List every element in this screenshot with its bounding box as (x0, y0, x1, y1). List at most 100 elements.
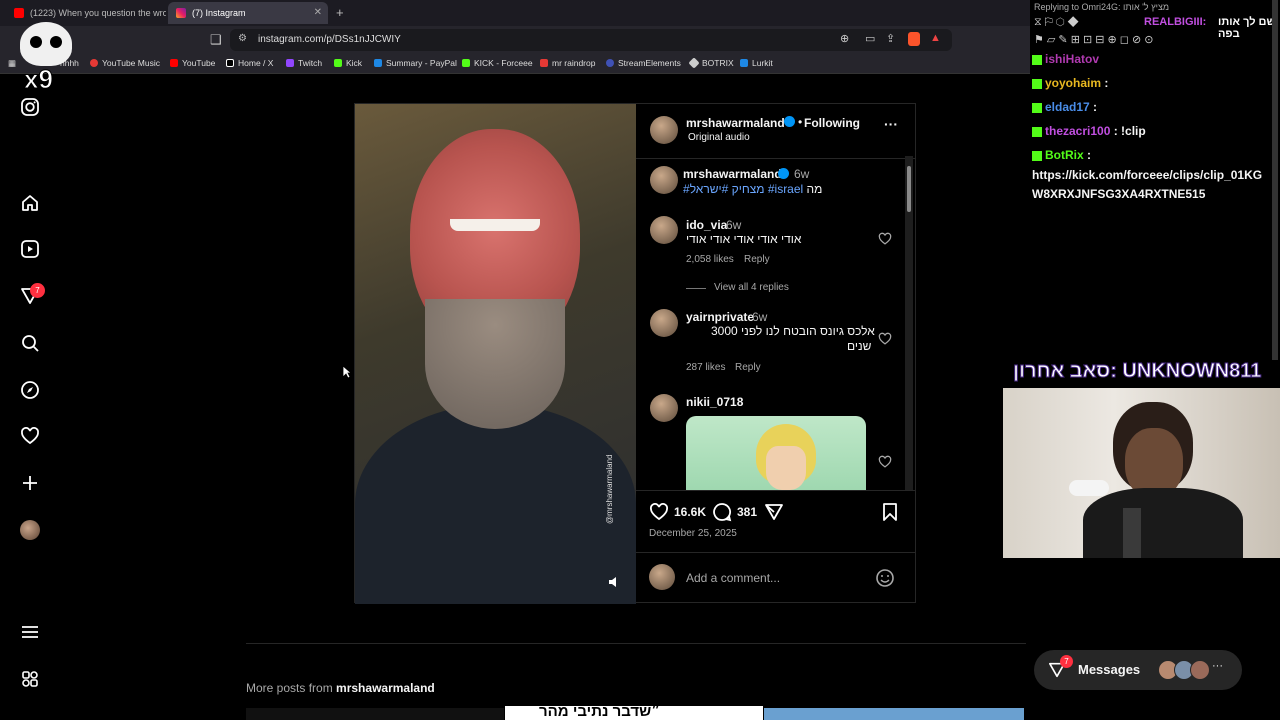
create-plus-icon[interactable] (20, 473, 40, 493)
bookmark-item[interactable]: KICK - Forceee (462, 58, 533, 68)
chat-scrollbar[interactable] (1272, 0, 1278, 360)
post-video[interactable]: @mrshawarmaland (355, 104, 636, 604)
new-tab-button[interactable]: + (336, 5, 344, 20)
address-bar[interactable]: ⚙ instagram.com/p/DSs1nJJCWIY ⊕ ▭ ⇪ ▲ (230, 29, 952, 51)
messages-button[interactable]: 7 Messages ··· (1034, 650, 1242, 690)
comment-likes[interactable]: 287 likes (686, 362, 725, 373)
bookmark-item[interactable]: YouTube (170, 58, 215, 68)
emoji-icon[interactable] (875, 568, 895, 588)
messages-label: Messages (1078, 662, 1141, 677)
author-username[interactable]: mrshawarmaland (686, 116, 785, 130)
twitch-icon (286, 59, 294, 67)
comment-avatar[interactable] (650, 309, 678, 337)
share-icon[interactable]: ⇪ (886, 32, 895, 45)
caption-text: מה (806, 182, 823, 196)
bookmark-item[interactable]: Kick (334, 58, 362, 68)
comment-avatar[interactable] (650, 394, 678, 422)
caption-hashtags[interactable]: #מצחיק #ישראל #israel (683, 182, 803, 196)
comment-username[interactable]: yairnprivate (686, 310, 754, 324)
chat-line: thezacri100 : !clip (1032, 124, 1146, 138)
comment-like-icon[interactable] (878, 332, 892, 346)
save-bookmark-icon[interactable] (881, 502, 899, 522)
comment-image[interactable] (686, 416, 866, 490)
comment-username[interactable]: nikii_0718 (686, 395, 743, 409)
home-icon[interactable] (20, 193, 40, 213)
comment-count[interactable]: 381 (737, 505, 757, 519)
bookmark-item[interactable]: Lurkit (740, 58, 773, 68)
post-sidebar: mrshawarmaland • Following Original audi… (636, 104, 916, 604)
comment-text: אודי אודי אודי אודי אודי (686, 232, 802, 246)
author-avatar[interactable] (650, 116, 678, 144)
instagram-logo-icon[interactable] (20, 97, 40, 117)
webcam-feed (1003, 388, 1280, 558)
bookmark-item[interactable]: Home / X (226, 58, 273, 68)
more-post-thumb[interactable]: ״שדבר נתיבי מהר (505, 706, 763, 720)
browser-tab-bar: (1223) When you question the wrong (7) I… (0, 0, 1030, 26)
chat-badges: ⧖ ⚐ ⬡ ◆ (1034, 16, 1079, 28)
chat-username: REALBIGIII: (1144, 16, 1207, 28)
reply-button[interactable]: Reply (744, 254, 770, 265)
bookmark-item[interactable]: Twitch (286, 58, 322, 68)
also-from-meta-icon[interactable] (20, 669, 40, 689)
close-tab-icon[interactable]: ✕ (314, 7, 322, 18)
chat-line: yoyohaim : (1032, 76, 1108, 90)
audio-icon[interactable] (608, 576, 620, 588)
messages-badge: 7 (1060, 655, 1073, 668)
brave-shield-icon[interactable] (908, 32, 920, 46)
bookmark-item[interactable]: YouTube Music (90, 58, 160, 68)
comment-like-icon[interactable] (878, 455, 892, 469)
profile-avatar[interactable] (20, 520, 40, 540)
chat-emote-row: ⚑ ▱ ✎ ⊞ ⊡ ⊟ ⊕ ◻ ⊘ ⊙ (1034, 34, 1154, 46)
paypal-icon (374, 59, 382, 67)
bookmark-icon[interactable]: ❑ (210, 32, 222, 48)
kick-icon (334, 59, 342, 67)
zoom-icon[interactable]: ⊕ (840, 32, 849, 45)
following-button[interactable]: Following (804, 116, 860, 130)
share-icon[interactable] (764, 502, 784, 522)
like-count[interactable]: 16.6K (674, 505, 706, 519)
more-post-thumb[interactable] (246, 708, 504, 720)
comment-username[interactable]: ido_via (686, 218, 727, 232)
search-icon[interactable] (20, 333, 40, 353)
reader-icon[interactable]: ▭ (865, 32, 875, 45)
more-post-thumb[interactable] (764, 708, 1024, 720)
tab-youtube[interactable]: (1223) When you question the wrong (6, 2, 166, 24)
apps-icon[interactable]: ▦ (8, 58, 16, 69)
reply-button[interactable]: Reply (735, 362, 761, 373)
comment-icon[interactable] (712, 502, 732, 522)
youtube-icon (14, 8, 24, 18)
more-posts-header: More posts from mrshawarmaland (246, 681, 435, 695)
my-avatar (649, 564, 675, 590)
comment-text-line2: שנים (847, 339, 872, 353)
comment-likes[interactable]: 2,058 likes (686, 254, 734, 265)
notifications-heart-icon[interactable] (20, 426, 40, 446)
chat-line: eldad17 : (1032, 100, 1097, 114)
browser-toolbar: ❑ ⚙ instagram.com/p/DSs1nJJCWIY ⊕ ▭ ⇪ ▲ (0, 26, 1030, 54)
tab-instagram[interactable]: (7) Instagram ✕ (168, 2, 328, 24)
section-divider (246, 643, 1026, 644)
bookmark-item[interactable]: mr raindrop (540, 58, 595, 68)
comment-like-icon[interactable] (878, 232, 892, 246)
caption-username[interactable]: mrshawarmaland (683, 167, 782, 181)
bookmark-item[interactable]: BOTRIX (688, 57, 734, 69)
more-options-icon[interactable]: ··· (884, 116, 898, 132)
add-comment-input[interactable]: Add a comment... (686, 571, 780, 585)
audio-label[interactable]: Original audio (688, 132, 750, 143)
comments-scrollbar[interactable] (905, 156, 913, 490)
bookmark-item[interactable]: Summary - PayPal (374, 58, 457, 68)
reels-icon[interactable] (20, 239, 40, 259)
like-icon[interactable] (649, 502, 669, 522)
caption-avatar[interactable] (650, 166, 678, 194)
explore-icon[interactable] (20, 380, 40, 400)
verified-icon (778, 168, 789, 179)
comment-age: 6w (726, 218, 742, 232)
more-menu-icon[interactable] (20, 622, 40, 642)
comment-avatar[interactable] (650, 216, 678, 244)
site-info-icon[interactable]: ⚙ (238, 33, 247, 44)
comment-text-line1: אלכס גיונס הובטח לנו לפני 3000 (711, 324, 875, 338)
view-replies-button[interactable]: View all 4 replies (714, 282, 789, 293)
bookmark-item[interactable]: StreamElements (606, 58, 681, 68)
message-avatar (1190, 660, 1210, 680)
more-posts-user[interactable]: mrshawarmaland (336, 681, 435, 695)
brave-rewards-icon[interactable]: ▲ (930, 32, 941, 44)
